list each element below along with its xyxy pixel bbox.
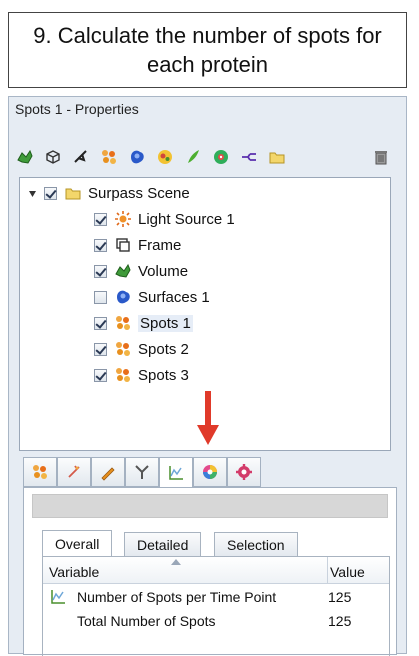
table-row[interactable]: Total Number of Spots 125 (43, 609, 389, 633)
spots-icon[interactable] (99, 147, 119, 167)
cell-value: 125 (328, 589, 352, 605)
tab-filter[interactable] (125, 457, 159, 487)
measurement-icon[interactable] (239, 147, 259, 167)
tree-item-label: Spots 1 (138, 314, 193, 332)
tree-item-frame[interactable]: Frame (94, 234, 181, 256)
checkbox[interactable] (94, 342, 107, 356)
tree-item-label: Spots 2 (138, 340, 189, 358)
step-instruction-box: 9. Calculate the number of spots for eac… (8, 12, 407, 88)
red-arrow-icon (197, 391, 219, 445)
tree-item-spots-3[interactable]: Spots 3 (94, 364, 189, 386)
collapse-triangle-icon[interactable] (26, 187, 38, 199)
light-source-icon[interactable] (71, 147, 91, 167)
spots-icon (114, 314, 132, 332)
reference-frame-icon[interactable] (211, 147, 231, 167)
folder-icon (64, 184, 82, 202)
filter-icon (135, 465, 149, 479)
frame-icon[interactable] (43, 147, 63, 167)
statistics-icon (169, 466, 183, 480)
checkbox[interactable] (94, 238, 107, 252)
tab-statistics[interactable] (159, 457, 193, 489)
table-header: Variable Value (43, 557, 389, 584)
subtab-overall[interactable]: Overall (42, 530, 113, 557)
tree-item-label: Light Source 1 (138, 210, 235, 228)
step-instruction-text: 9. Calculate the number of spots for eac… (33, 23, 382, 77)
statistics-toolbar-bar (32, 494, 388, 518)
tree-item-spots-2[interactable]: Spots 2 (94, 338, 189, 360)
light-source-icon (114, 210, 132, 228)
tab-color[interactable] (193, 457, 227, 487)
statistics-icon (51, 590, 65, 604)
color-icon (203, 465, 217, 479)
tree-item-surfaces[interactable]: Surfaces 1 (94, 286, 210, 308)
cell-variable: Total Number of Spots (77, 613, 216, 629)
tab-settings[interactable] (227, 457, 261, 487)
tab-pencil[interactable] (91, 457, 125, 487)
checkbox[interactable] (44, 186, 57, 200)
spots-icon (33, 465, 47, 479)
column-header-variable[interactable]: Variable (49, 557, 99, 583)
checkbox[interactable] (94, 212, 107, 226)
volume-icon (114, 262, 132, 280)
tree-item-label: Volume (138, 262, 189, 280)
cell-variable: Number of Spots per Time Point (77, 589, 277, 605)
spots-icon (114, 340, 132, 358)
trash-icon[interactable] (371, 147, 391, 167)
subtab-detailed[interactable]: Detailed (124, 532, 202, 556)
surfaces-icon (114, 288, 132, 306)
column-header-value[interactable]: Value (327, 557, 365, 583)
pencil-icon (101, 467, 115, 481)
tree-item-volume[interactable]: Volume (94, 260, 188, 282)
edit-icon (68, 465, 80, 478)
tree-item-light-source[interactable]: Light Source 1 (94, 208, 235, 230)
tab-edit[interactable] (57, 457, 91, 487)
checkbox[interactable] (94, 264, 107, 278)
properties-panel: Spots 1 - Properties Surpass Scene Light… (8, 96, 407, 656)
tree-item-surpass-scene[interactable]: Surpass Scene (26, 182, 190, 204)
subtab-selection[interactable]: Selection (214, 532, 298, 556)
cell-value: 125 (328, 613, 352, 629)
panel-title: Spots 1 - Properties (15, 101, 139, 117)
filaments-icon[interactable] (183, 147, 203, 167)
statistics-panel: Overall Detailed Selection Variable Valu… (23, 487, 397, 656)
tree-item-spots-1[interactable]: Spots 1 (94, 312, 193, 334)
tree-item-label: Surfaces 1 (138, 288, 210, 306)
surfaces-icon[interactable] (127, 147, 147, 167)
checkbox[interactable] (94, 290, 107, 304)
folder-icon[interactable] (267, 147, 287, 167)
checkbox[interactable] (94, 316, 107, 330)
cells-icon[interactable] (155, 147, 175, 167)
spots-icon (114, 366, 132, 384)
frame-icon (114, 236, 132, 254)
settings-icon (236, 464, 252, 480)
tree-item-label: Frame (138, 236, 182, 254)
tab-spots[interactable] (23, 457, 57, 487)
tree-item-label: Spots 3 (138, 366, 189, 384)
volume-icon[interactable] (15, 147, 35, 167)
table-row[interactable]: Number of Spots per Time Point 125 (43, 585, 389, 609)
tree-item-label: Surpass Scene (88, 184, 190, 202)
statistics-table: Variable Value Number of Spots per Time … (42, 556, 390, 656)
sort-up-icon (171, 559, 181, 565)
checkbox[interactable] (94, 368, 107, 382)
object-toolbar (13, 147, 398, 169)
